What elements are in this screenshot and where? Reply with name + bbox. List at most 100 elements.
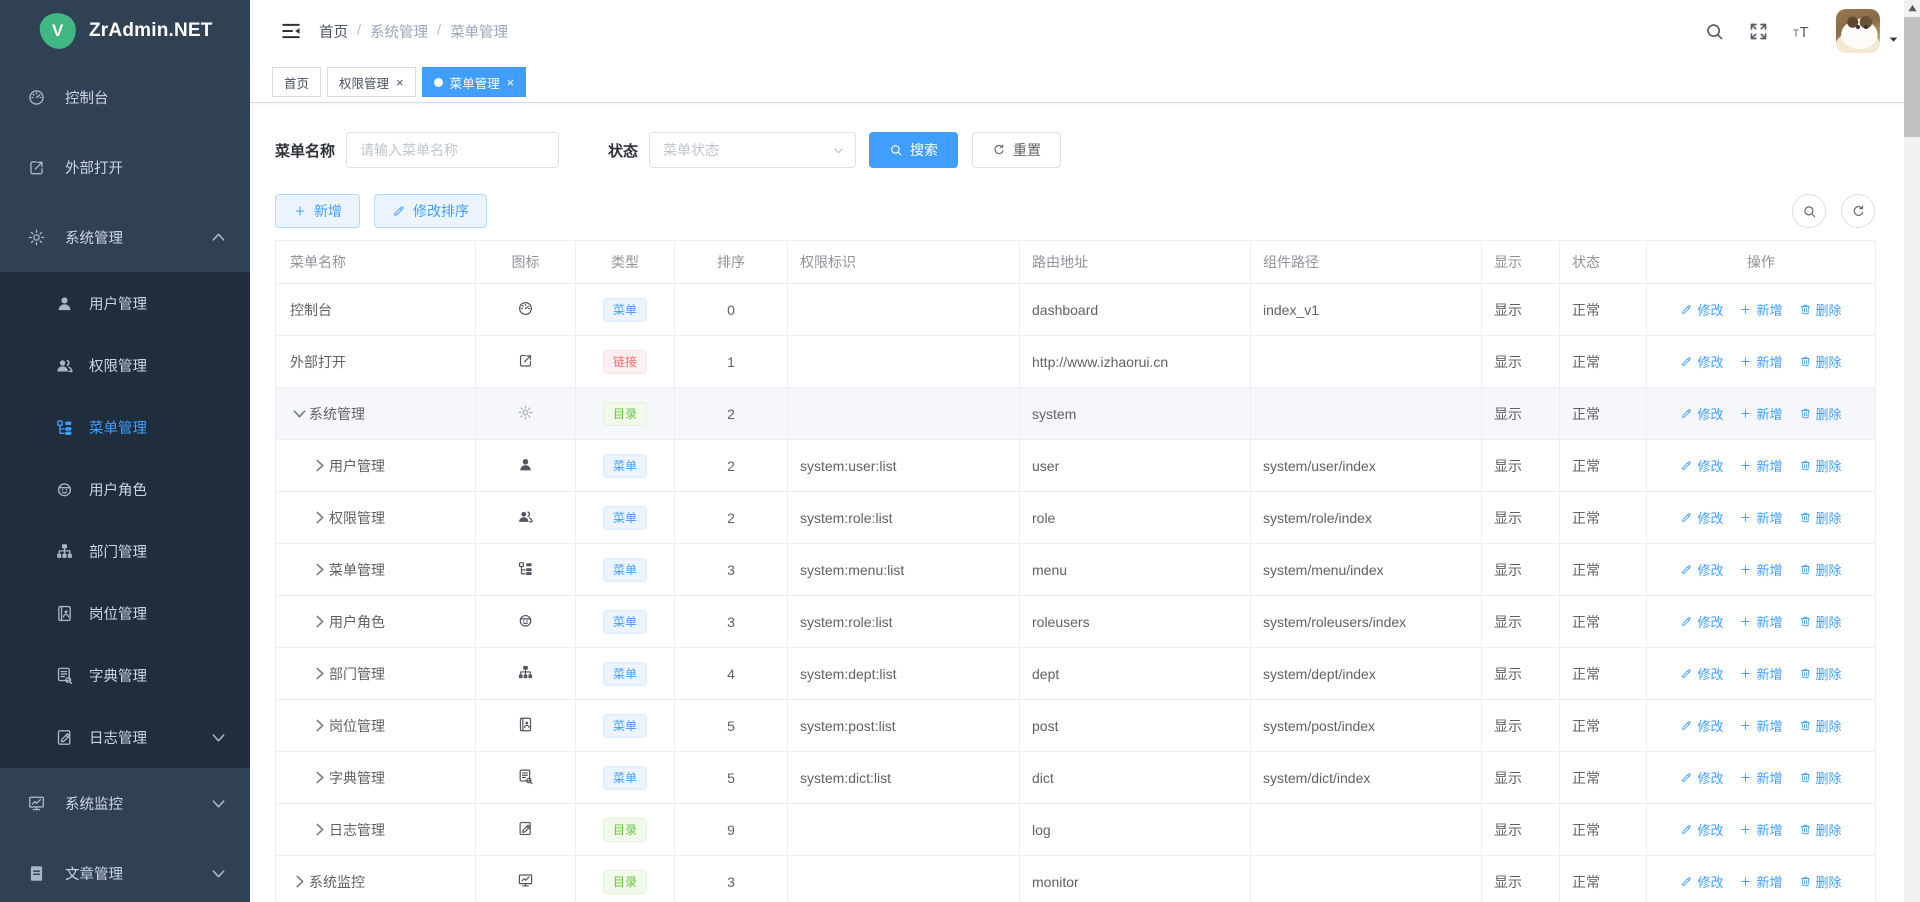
row-add-link[interactable]: 新增 bbox=[1739, 820, 1782, 839]
refresh-table-button[interactable] bbox=[1841, 194, 1875, 228]
scrollbar-thumb[interactable] bbox=[1904, 17, 1920, 137]
row-edit-link[interactable]: 修改 bbox=[1680, 352, 1723, 371]
row-edit-link[interactable]: 修改 bbox=[1680, 300, 1723, 319]
row-edit-link[interactable]: 修改 bbox=[1680, 456, 1723, 475]
sidebar-item-console[interactable]: 控制台 bbox=[0, 62, 250, 132]
row-add-link[interactable]: 新增 bbox=[1739, 664, 1782, 683]
plus-icon bbox=[1739, 511, 1752, 524]
reset-button[interactable]: 重置 bbox=[972, 132, 1061, 168]
sidebar-item-label: 菜单管理 bbox=[89, 417, 228, 438]
menu-status-select[interactable]: 菜单状态 bbox=[649, 132, 856, 168]
expand-chevron-right-icon[interactable] bbox=[310, 820, 329, 839]
tab-权限管理[interactable]: 权限管理× bbox=[327, 67, 416, 97]
row-edit-link[interactable]: 修改 bbox=[1680, 820, 1723, 839]
row-delete-link[interactable]: 删除 bbox=[1799, 612, 1842, 631]
scrollbar-up-arrow[interactable] bbox=[1904, 0, 1920, 16]
close-icon[interactable]: × bbox=[507, 76, 515, 89]
row-delete-link[interactable]: 删除 bbox=[1799, 664, 1842, 683]
type-tag: 菜单 bbox=[603, 766, 647, 790]
edit-sort-button[interactable]: 修改排序 bbox=[374, 194, 487, 228]
sidebar-item-dept[interactable]: 部门管理 bbox=[0, 520, 250, 582]
row-edit-link[interactable]: 修改 bbox=[1680, 768, 1723, 787]
row-edit-link[interactable]: 修改 bbox=[1680, 664, 1723, 683]
trash-icon bbox=[1799, 823, 1812, 836]
visible-value: 显示 bbox=[1482, 388, 1560, 440]
row-add-link[interactable]: 新增 bbox=[1739, 300, 1782, 319]
expand-chevron-right-icon[interactable] bbox=[310, 560, 329, 579]
row-delete-link[interactable]: 删除 bbox=[1799, 872, 1842, 891]
sidebar-item-menu[interactable]: 菜单管理 bbox=[0, 396, 250, 458]
tab-首页[interactable]: 首页 bbox=[272, 67, 321, 97]
row-delete-link[interactable]: 删除 bbox=[1799, 820, 1842, 839]
search-icon[interactable] bbox=[1704, 21, 1725, 42]
sidebar-item-system[interactable]: 系统管理 bbox=[0, 202, 250, 272]
edit-icon bbox=[1680, 303, 1693, 316]
row-delete-link[interactable]: 删除 bbox=[1799, 300, 1842, 319]
row-add-link[interactable]: 新增 bbox=[1739, 872, 1782, 891]
visible-value: 显示 bbox=[1482, 648, 1560, 700]
row-add-link[interactable]: 新增 bbox=[1739, 612, 1782, 631]
row-edit-link[interactable]: 修改 bbox=[1680, 612, 1723, 631]
row-add-link[interactable]: 新增 bbox=[1739, 352, 1782, 371]
page-scrollbar[interactable] bbox=[1904, 0, 1920, 902]
sidebar-item-external[interactable]: 外部打开 bbox=[0, 132, 250, 202]
sidebar-item-log[interactable]: 日志管理 bbox=[0, 706, 250, 768]
row-delete-link[interactable]: 删除 bbox=[1799, 456, 1842, 475]
sidebar-item-role[interactable]: 权限管理 bbox=[0, 334, 250, 396]
row-add-link[interactable]: 新增 bbox=[1739, 560, 1782, 579]
expand-chevron-right-icon[interactable] bbox=[310, 664, 329, 683]
show-search-button[interactable] bbox=[1792, 194, 1826, 228]
tab-菜单管理[interactable]: 菜单管理× bbox=[422, 67, 527, 97]
sort-value: 3 bbox=[675, 856, 788, 902]
sidebar-item-user[interactable]: 用户管理 bbox=[0, 272, 250, 334]
row-edit-link[interactable]: 修改 bbox=[1680, 716, 1723, 735]
font-size-icon[interactable]: TT bbox=[1792, 21, 1813, 42]
row-delete-link[interactable]: 删除 bbox=[1799, 560, 1842, 579]
row-delete-link[interactable]: 删除 bbox=[1799, 716, 1842, 735]
avatar[interactable] bbox=[1836, 9, 1880, 53]
plus-icon bbox=[1739, 875, 1752, 888]
user-menu[interactable] bbox=[1836, 9, 1900, 53]
expand-chevron-right-icon[interactable] bbox=[310, 508, 329, 527]
row-add-link[interactable]: 新增 bbox=[1739, 768, 1782, 787]
add-menu-button[interactable]: 新增 bbox=[275, 194, 360, 228]
column-header: 显示 bbox=[1482, 241, 1560, 284]
row-delete-link[interactable]: 删除 bbox=[1799, 508, 1842, 527]
route-value: log bbox=[1020, 804, 1251, 856]
row-edit-link[interactable]: 修改 bbox=[1680, 872, 1723, 891]
row-edit-link[interactable]: 修改 bbox=[1680, 508, 1723, 527]
expand-chevron-right-icon[interactable] bbox=[310, 456, 329, 475]
row-delete-link[interactable]: 删除 bbox=[1799, 352, 1842, 371]
expand-chevron-right-icon[interactable] bbox=[290, 872, 309, 891]
expand-chevron-right-icon[interactable] bbox=[310, 716, 329, 735]
row-edit-link[interactable]: 修改 bbox=[1680, 404, 1723, 423]
search-icon bbox=[1802, 204, 1817, 219]
menu-name-input[interactable] bbox=[346, 132, 559, 168]
close-icon[interactable]: × bbox=[396, 76, 404, 89]
breadcrumb-home[interactable]: 首页 bbox=[319, 21, 348, 42]
sidebar-item-monitor[interactable]: 系统监控 bbox=[0, 768, 250, 838]
menu-name-label: 菜单名称 bbox=[275, 140, 335, 161]
app-logo[interactable]: V ZrAdmin.NET bbox=[0, 0, 250, 62]
sidebar-item-post[interactable]: 岗位管理 bbox=[0, 582, 250, 644]
type-tag: 目录 bbox=[603, 870, 647, 894]
row-add-link[interactable]: 新增 bbox=[1739, 508, 1782, 527]
search-button[interactable]: 搜索 bbox=[869, 132, 958, 168]
expand-chevron-right-icon[interactable] bbox=[310, 768, 329, 787]
sidebar-item-dict[interactable]: 字典管理 bbox=[0, 644, 250, 706]
column-header: 路由地址 bbox=[1020, 241, 1251, 284]
sidebar-item-article[interactable]: 文章管理 bbox=[0, 838, 250, 902]
row-delete-link[interactable]: 删除 bbox=[1799, 404, 1842, 423]
fullscreen-icon[interactable] bbox=[1748, 21, 1769, 42]
row-add-link[interactable]: 新增 bbox=[1739, 404, 1782, 423]
expand-chevron-right-icon[interactable] bbox=[310, 612, 329, 631]
row-add-link[interactable]: 新增 bbox=[1739, 716, 1782, 735]
row-add-link[interactable]: 新增 bbox=[1739, 456, 1782, 475]
row-delete-link[interactable]: 删除 bbox=[1799, 768, 1842, 787]
sidebar-item-roleusers[interactable]: 用户角色 bbox=[0, 458, 250, 520]
menu-fold-icon[interactable] bbox=[280, 20, 302, 42]
expand-chevron-down-icon[interactable] bbox=[290, 404, 309, 423]
row-edit-link[interactable]: 修改 bbox=[1680, 560, 1723, 579]
visible-value: 显示 bbox=[1482, 336, 1560, 388]
menu-name: 字典管理 bbox=[329, 768, 385, 788]
